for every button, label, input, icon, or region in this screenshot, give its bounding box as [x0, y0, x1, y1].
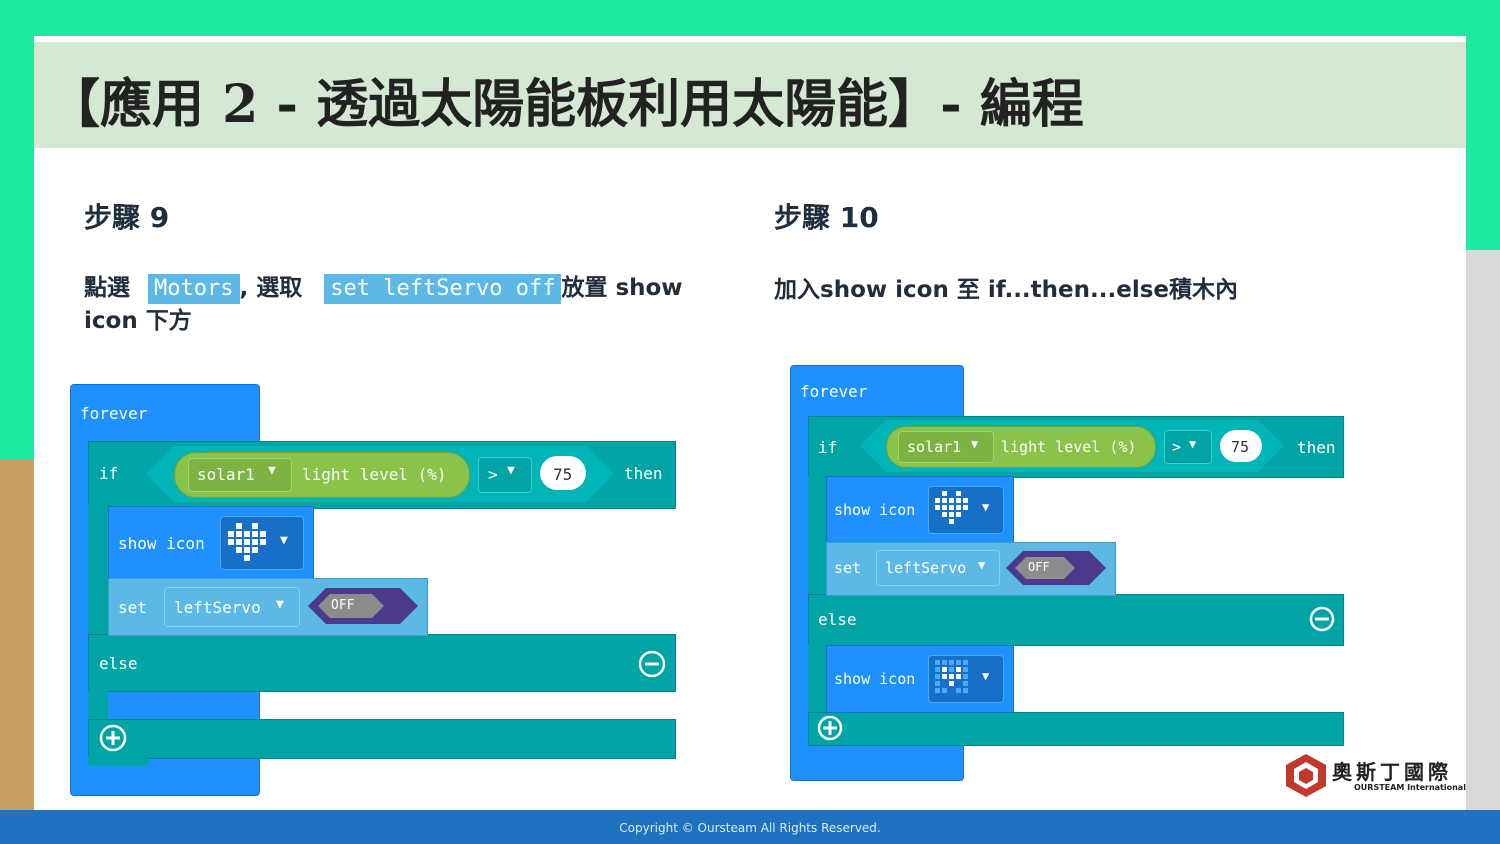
off-label: OFF — [331, 598, 355, 613]
copyright-text: Copyright © Oursteam All Rights Reserved… — [619, 821, 881, 835]
oursteam-logo: 奧斯丁國際 OURSTEAM International — [1284, 752, 1466, 800]
sensor-label: solar1 — [197, 465, 255, 484]
chevron-down-icon: ▼ — [280, 533, 288, 548]
else-block-spine — [88, 690, 108, 720]
step9-desc-mid: , 選取 — [239, 275, 303, 301]
step10-heading: 步驟 10 — [774, 201, 879, 234]
off-value-block[interactable] — [308, 588, 418, 624]
motors-chip: Motors — [148, 274, 240, 304]
set-leftservo-off-chip: set leftServo off — [324, 274, 562, 304]
set-label: set — [118, 598, 147, 617]
show-icon-label: show icon — [118, 534, 205, 553]
chevron-down-icon: ▼ — [268, 463, 276, 478]
then-label: then — [624, 464, 663, 483]
then-label: then — [1297, 438, 1336, 457]
show-icon-label: show icon — [834, 670, 916, 688]
if-block-footer — [808, 712, 1344, 746]
servo-label: leftServo — [885, 559, 967, 577]
forever-label: forever — [80, 404, 148, 423]
off-label: OFF — [1028, 560, 1050, 574]
else-label: else — [818, 610, 857, 629]
forever-label: forever — [800, 382, 868, 401]
chevron-down-icon: ▼ — [971, 437, 979, 451]
chevron-down-icon: ▼ — [1189, 437, 1197, 451]
chevron-down-icon: ▼ — [982, 500, 990, 514]
logo-english-name: OURSTEAM International — [1354, 783, 1466, 792]
if-block-spine — [808, 475, 826, 595]
off-value-block[interactable] — [1006, 551, 1106, 585]
if-label: if — [99, 464, 119, 483]
light-level-label: light level (%) — [302, 465, 447, 484]
light-level-label: light level (%) — [1001, 438, 1137, 456]
else-block-bar[interactable] — [808, 594, 1344, 646]
chevron-down-icon: ▼ — [978, 558, 986, 572]
chevron-down-icon: ▼ — [507, 463, 515, 478]
operator-label: > — [1172, 438, 1182, 456]
else-block-spine — [808, 643, 826, 713]
slide-title: 【應用 2 - 透過太陽能板利用太陽能】- 編程 — [48, 74, 1084, 135]
set-label: set — [834, 559, 862, 577]
sensor-label: solar1 — [907, 438, 962, 456]
else-block-bar[interactable] — [88, 634, 676, 692]
heart-icon — [935, 491, 968, 524]
if-block-notch — [88, 756, 148, 766]
step9-description: 點選 Motors, 選取 set leftServo off 放置 show i… — [84, 272, 684, 338]
cube-logo-icon — [1286, 754, 1326, 797]
servo-label: leftServo — [174, 598, 261, 617]
chevron-down-icon: ▼ — [276, 597, 284, 612]
minus-icon[interactable] — [638, 650, 666, 678]
show-icon-label: show icon — [834, 501, 916, 519]
plus-icon[interactable] — [816, 714, 844, 742]
operator-dropdown[interactable] — [478, 457, 532, 493]
step9-heading: 步驟 9 — [84, 201, 170, 234]
threshold-value: 75 — [553, 465, 573, 484]
step10-description: 加入show icon 至 if...then...else積木內 — [774, 277, 1238, 303]
if-block-footer — [88, 719, 676, 759]
plus-icon[interactable] — [99, 724, 127, 752]
if-block-spine — [88, 505, 108, 635]
small-heart-icon — [935, 660, 968, 693]
heart-icon — [228, 523, 266, 561]
minus-icon[interactable] — [1308, 605, 1336, 633]
title-bar: 【應用 2 - 透過太陽能板利用太陽能】- 編程 — [34, 42, 1466, 148]
threshold-value: 75 — [1231, 438, 1250, 456]
else-label: else — [99, 654, 138, 673]
logo-chinese-name: 奧斯丁國際 — [1332, 760, 1452, 784]
step9-desc-pre: 點選 — [84, 275, 130, 301]
if-label: if — [818, 438, 838, 457]
operator-label: > — [488, 465, 498, 484]
chevron-down-icon: ▼ — [982, 669, 990, 683]
footer: Copyright © Oursteam All Rights Reserved… — [0, 810, 1500, 844]
